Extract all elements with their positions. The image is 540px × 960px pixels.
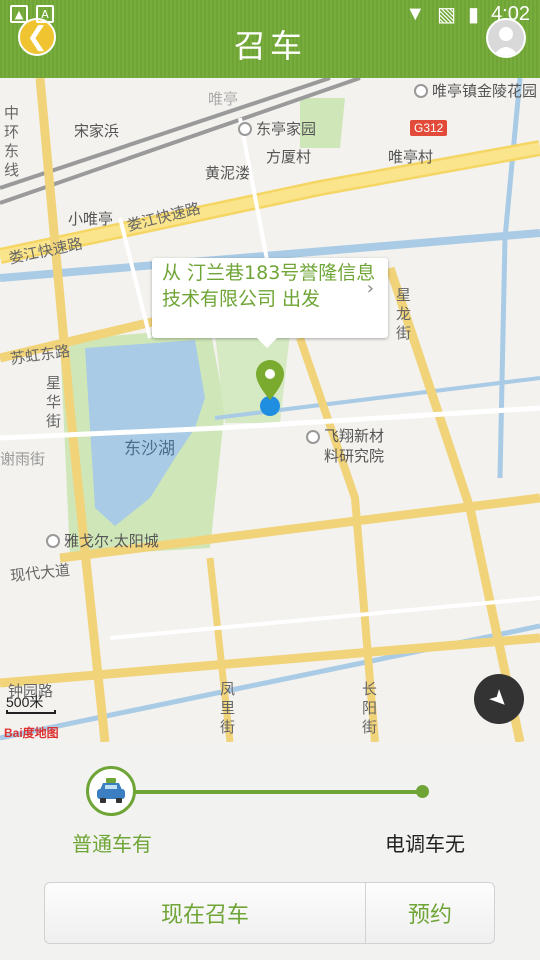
map-label-fangshacun: 方厦村 <box>266 148 312 166</box>
poi-icon <box>306 430 320 444</box>
taxi-icon <box>97 778 125 803</box>
call-car-panel: 普通车有 电调车无 现在召车 预约 <box>0 742 540 960</box>
map-scale-label: 500米 <box>6 694 44 710</box>
map-label-weiting: 唯亭 <box>208 90 239 108</box>
map-label-changyang: 长阳街 <box>362 680 378 736</box>
battery-charging-icon: ▮ <box>468 3 480 26</box>
map-label-xieyujie: 谢雨街 <box>0 450 46 468</box>
map-canvas <box>0 78 540 742</box>
status-time: 4:02 <box>491 2 530 25</box>
map-label-huangnilou: 黄泥溇 <box>205 164 251 182</box>
map-label-songjiabin: 宋家浜 <box>74 122 120 140</box>
map-label-xiaoweiting: 小唯亭 <box>68 210 114 228</box>
slider-end-dot[interactable] <box>416 785 429 798</box>
navigation-arrow-icon: ➤ <box>483 683 515 715</box>
poi-icon <box>238 121 252 136</box>
start-location-text: 从 汀兰巷183号誉隆信息技术有限公司 出发 <box>162 262 376 310</box>
image-notification-icon: ▲ <box>10 5 28 23</box>
highway-sign: G312 <box>410 120 448 136</box>
map-scale-bar <box>6 710 56 714</box>
normal-car-option[interactable]: 普通车有 <box>72 828 152 857</box>
car-type-slider-knob[interactable] <box>86 766 136 816</box>
text-notification-icon: A <box>36 5 54 23</box>
map-label-dongshahu: 东沙湖 <box>124 439 175 459</box>
poi-label: 雅戈尔·太阳城 <box>64 532 159 550</box>
map-label-fengli: 凤里街 <box>220 680 236 736</box>
poi-weiting-jinjin[interactable]: 唯亭镇金陵花园 <box>414 80 537 101</box>
reserve-button[interactable]: 预约 <box>366 883 494 943</box>
poi-icon <box>414 83 428 98</box>
chevron-right-icon: › <box>366 278 374 299</box>
map-logo: Bai度地图 <box>4 726 59 740</box>
poi-yage-taiyang[interactable]: 雅戈尔·太阳城 <box>46 530 159 551</box>
status-bar: ▲ A ▼ ▧ ▮ 4:02 <box>0 0 540 28</box>
dispatch-car-option[interactable]: 电调车无 <box>385 828 465 857</box>
action-buttons: 现在召车 预约 <box>44 882 495 944</box>
poi-dongting-jiayuan[interactable]: 东亭家园 <box>238 118 316 139</box>
poi-label: 飞翔新材料研究院 <box>324 427 385 465</box>
no-signal-icon: ▧ <box>437 3 457 26</box>
poi-icon <box>46 533 60 548</box>
map-label-zhonghuan: 中环东线 <box>4 104 20 179</box>
poi-label: 东亭家园 <box>256 120 317 138</box>
poi-feixiang[interactable]: 飞翔新材料研究院 <box>306 426 394 466</box>
call-now-button[interactable]: 现在召车 <box>45 883 366 943</box>
map-label-xinglong: 星龙街 <box>396 286 412 342</box>
map-label-weitingcun: 唯亭村 <box>388 148 434 166</box>
car-type-slider-track[interactable] <box>110 790 422 794</box>
start-location-callout[interactable]: 从 汀兰巷183号誉隆信息技术有限公司 出发 › <box>152 258 388 348</box>
poi-label: 唯亭镇金陵花园 <box>432 82 538 100</box>
map-view[interactable]: 中环东线 宋家浜 唯亭 东亭家园 唯亭镇金陵花园 G312 黄泥溇 方厦村 唯亭… <box>0 78 540 742</box>
map-label-xinghua: 星华街 <box>46 374 62 430</box>
wifi-icon: ▼ <box>405 2 426 25</box>
